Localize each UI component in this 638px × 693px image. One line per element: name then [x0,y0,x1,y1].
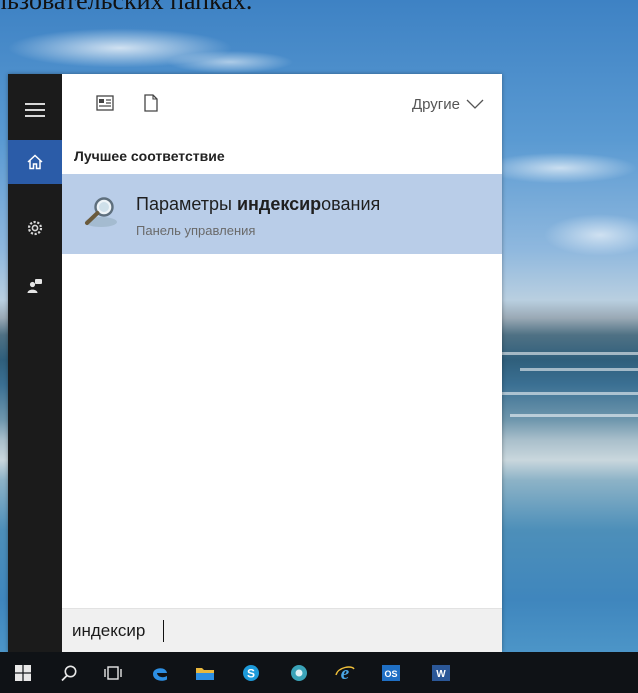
start-menu: Другие Лучшее соответствие Параметры инд… [8,74,502,652]
taskbar: S e OS W [0,652,638,693]
home-icon[interactable] [8,140,62,184]
search-results-panel: Другие Лучшее соответствие Параметры инд… [62,74,502,652]
result-subtitle: Панель управления [136,223,256,238]
documents-filter-icon[interactable] [140,92,162,114]
text-caret [163,620,164,642]
chevron-down-icon [466,99,484,109]
svg-text:W: W [436,669,446,680]
indexing-options-icon [82,192,122,232]
search-box [62,608,502,652]
search-icon[interactable] [52,652,86,693]
windows-start-icon[interactable] [6,652,40,693]
hamburger-menu-icon[interactable] [8,88,62,132]
internet-explorer-icon[interactable]: e [328,652,362,693]
svg-text:e: e [341,663,350,683]
start-menu-rail [8,74,62,652]
other-filters-button[interactable]: Другие [412,93,484,115]
edge-icon[interactable] [143,652,177,693]
result-title-suffix: ования [321,194,381,214]
wallpaper-wave [500,352,638,355]
file-explorer-icon[interactable] [188,652,222,693]
best-match-heading: Лучшее соответствие [74,148,225,164]
skype-icon[interactable]: S [234,652,268,693]
svg-text:S: S [247,666,255,680]
result-title: Параметры индексирования [136,194,380,215]
result-title-match: индексир [236,194,322,214]
wallpaper-wave [510,414,638,417]
apps-filter-icon[interactable] [94,92,116,114]
best-match-result-indexing-options[interactable]: Параметры индексирования Панель управлен… [62,174,502,254]
outlook-icon[interactable]: OS [374,652,408,693]
task-view-icon[interactable] [96,652,130,693]
wallpaper-wave [500,392,638,395]
search-input[interactable] [72,617,482,645]
svg-text:OS: OS [384,669,397,679]
feedback-person-icon[interactable] [8,264,62,308]
wallpaper-wave [520,368,638,371]
search-toolbar: Другие [62,74,502,136]
document-caption: льзовательских папках. [0,0,638,10]
result-title-prefix: Параметры [136,194,237,214]
other-filters-label: Другие [411,95,460,113]
settings-gear-icon[interactable] [8,206,62,250]
chrome-icon[interactable] [282,652,316,693]
word-icon[interactable]: W [424,652,458,693]
